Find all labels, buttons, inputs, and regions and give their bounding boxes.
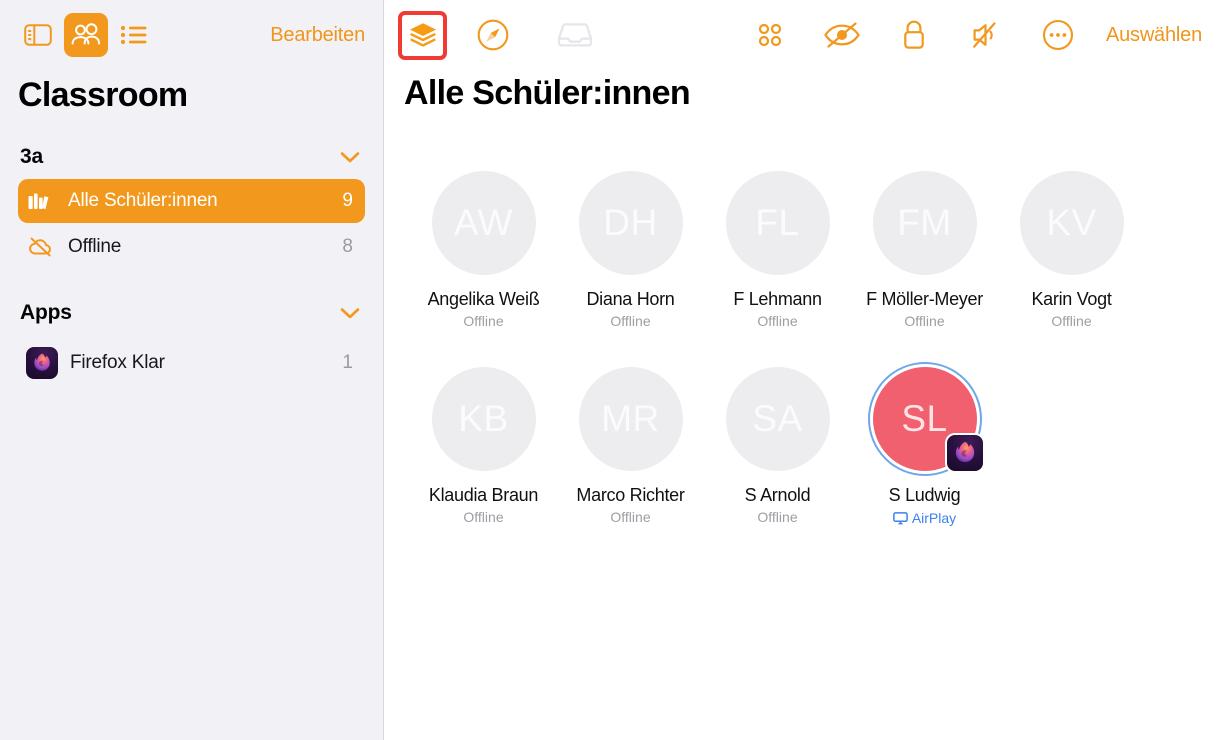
sidebar-section-header-apps[interactable]: Apps [0, 271, 383, 325]
avatar-wrapper: DH [578, 171, 683, 275]
student-name: Klaudia Braun [428, 485, 539, 505]
firefox-klar-icon [944, 433, 985, 473]
student-name: Angelika Weiß [427, 289, 540, 309]
student-card[interactable]: AW Angelika Weiß Offline [410, 171, 557, 329]
grid-apps-icon[interactable] [746, 11, 794, 59]
student-status: Offline [463, 509, 504, 525]
student-status: Offline [610, 509, 651, 525]
main-toolbar: Auswählen [384, 0, 1228, 70]
student-status: Offline [757, 313, 798, 329]
lock-icon[interactable] [890, 11, 938, 59]
compass-icon[interactable] [469, 11, 517, 59]
student-card[interactable]: FM F Möller-Meyer Offline [851, 171, 998, 329]
student-card[interactable]: KB Klaudia Braun Offline [410, 367, 557, 526]
sidebar-toggle-icon[interactable] [16, 13, 60, 57]
student-name: Marco Richter [576, 485, 685, 505]
sidebar-section-title: Apps [20, 301, 72, 324]
student-status-label: AirPlay [911, 510, 957, 526]
student-status: Offline [463, 313, 504, 329]
sidebar-item-offline[interactable]: Offline 8 [18, 225, 365, 269]
avatar[interactable]: SA [725, 367, 830, 471]
eye-slash-icon[interactable] [818, 11, 866, 59]
student-card[interactable]: FL F Lehmann Offline [704, 171, 851, 329]
main-panel: Auswählen Alle Schüler:innen AW Angelika… [384, 0, 1228, 740]
student-status: Offline [1051, 313, 1092, 329]
avatar-wrapper: FL [725, 171, 830, 275]
avatar-wrapper: SL [872, 367, 985, 473]
avatar-wrapper: SA [725, 367, 830, 471]
list-icon[interactable] [112, 13, 156, 57]
avatar-wrapper: KB [431, 367, 536, 471]
avatar-wrapper: KV [1019, 171, 1124, 275]
page-title: Classroom [18, 76, 188, 114]
sidebar-item-label: Offline [68, 236, 122, 257]
avatar[interactable]: AW [431, 171, 536, 275]
sidebar: Bearbeiten Classroom 3a Alle Schüler:inn… [0, 0, 384, 740]
student-status: Offline [904, 313, 945, 329]
sidebar-class-list: Alle Schüler:innen 9 Offline 8 [0, 169, 383, 271]
tray-icon[interactable] [551, 11, 599, 59]
sidebar-item-count: 8 [342, 236, 353, 257]
student-app-badge [944, 433, 985, 473]
layers-icon[interactable] [398, 10, 447, 60]
student-status: Offline [757, 509, 798, 525]
student-name: F Lehmann [733, 289, 822, 309]
cloud-slash-icon [28, 236, 58, 258]
edit-button[interactable]: Bearbeiten [270, 24, 369, 47]
avatar-wrapper: FM [872, 171, 977, 275]
student-card[interactable]: MR Marco Richter Offline [557, 367, 704, 526]
avatar[interactable]: KV [1019, 171, 1124, 275]
avatar[interactable]: FL [725, 171, 830, 275]
sidebar-item-firefox-klar[interactable]: Firefox Klar 1 [18, 339, 365, 387]
sidebar-section-title: 3a [20, 145, 43, 168]
student-card[interactable]: SL S Ludwig AirPlay [851, 367, 998, 526]
firefox-klar-icon [26, 347, 58, 379]
student-card[interactable]: SA S Arnold Offline [704, 367, 851, 526]
avatar[interactable]: DH [578, 171, 683, 275]
student-status-airplay: AirPlay [892, 510, 957, 526]
sidebar-app-count: 1 [342, 352, 353, 373]
avatar[interactable]: KB [431, 367, 536, 471]
student-grid: AW Angelika Weiß Offline DH Diana Horn O… [384, 113, 1228, 526]
student-name: F Möller-Meyer [866, 289, 983, 309]
sidebar-item-count: 9 [342, 190, 353, 211]
student-name: Karin Vogt [1031, 289, 1112, 309]
ellipsis-circle-icon[interactable] [1034, 11, 1082, 59]
sidebar-item-label: Alle Schüler:innen [68, 190, 218, 211]
main-toolbar-right: Auswählen [746, 11, 1208, 59]
sidebar-item-all-students[interactable]: Alle Schüler:innen 9 [18, 179, 365, 223]
books-icon [28, 191, 58, 211]
avatar[interactable]: FM [872, 171, 977, 275]
student-card[interactable]: KV Karin Vogt Offline [998, 171, 1145, 329]
chevron-down-icon[interactable] [339, 306, 361, 320]
student-status: Offline [610, 313, 651, 329]
avatar-wrapper: MR [578, 367, 683, 471]
people-icon[interactable] [64, 13, 108, 57]
airplay-screen-icon [892, 511, 908, 524]
avatar-wrapper: AW [431, 171, 536, 275]
student-name: Diana Horn [586, 289, 675, 309]
avatar[interactable]: MR [578, 367, 683, 471]
sidebar-section-header-class[interactable]: 3a [0, 115, 383, 169]
select-button[interactable]: Auswählen [1106, 24, 1202, 47]
classroom-app: Bearbeiten Classroom 3a Alle Schüler:inn… [0, 0, 1228, 740]
chevron-down-icon[interactable] [339, 150, 361, 164]
speaker-mute-icon[interactable] [962, 11, 1010, 59]
sidebar-apps-list: Firefox Klar 1 [0, 325, 383, 387]
student-name: S Ludwig [888, 485, 961, 505]
sidebar-toolbar: Bearbeiten [0, 0, 383, 70]
sidebar-app-label: Firefox Klar [70, 352, 165, 373]
main-title: Alle Schüler:innen [404, 74, 691, 112]
student-name: S Arnold [744, 485, 811, 505]
student-card[interactable]: DH Diana Horn Offline [557, 171, 704, 329]
